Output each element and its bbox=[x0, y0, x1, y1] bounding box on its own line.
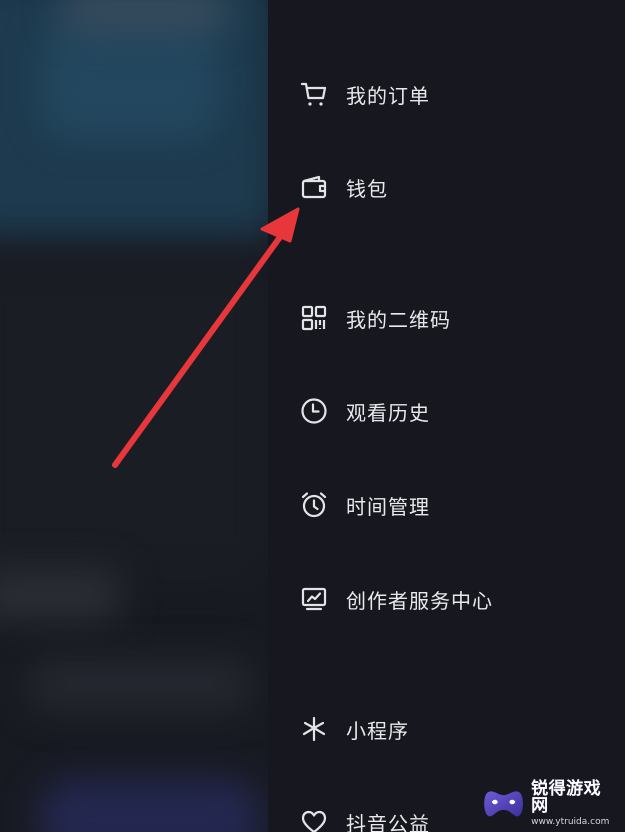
menu-item-wallet[interactable]: 钱包 bbox=[298, 167, 388, 207]
menu-item-label: 观看历史 bbox=[346, 400, 430, 425]
gamepad-logo-icon bbox=[484, 791, 523, 817]
side-menu-drawer: 我的订单 钱包 我的二维码 观看历史 时间管理 创作者服务中心 小程序 抖音公益 bbox=[268, 0, 625, 832]
wallet-icon bbox=[298, 171, 330, 203]
heart-icon bbox=[298, 806, 330, 832]
menu-item-qrcode[interactable]: 我的二维码 bbox=[298, 298, 451, 338]
menu-item-label: 钱包 bbox=[346, 176, 388, 201]
creator-chart-icon bbox=[298, 583, 330, 615]
menu-item-mini-program[interactable]: 小程序 bbox=[298, 709, 409, 749]
menu-item-label: 时间管理 bbox=[346, 494, 430, 519]
menu-item-label: 创作者服务中心 bbox=[346, 588, 493, 613]
clock-icon bbox=[298, 395, 330, 427]
menu-item-label: 小程序 bbox=[346, 718, 409, 743]
menu-item-history[interactable]: 观看历史 bbox=[298, 391, 430, 431]
menu-item-label: 我的二维码 bbox=[346, 307, 451, 332]
menu-item-label: 我的订单 bbox=[346, 83, 430, 108]
menu-item-creator-center[interactable]: 创作者服务中心 bbox=[298, 579, 493, 619]
cart-icon bbox=[298, 78, 330, 110]
qr-code-icon bbox=[298, 302, 330, 334]
menu-item-label: 抖音公益 bbox=[346, 811, 430, 832]
watermark-logo: 锐得游戏网 www.ytruida.com bbox=[482, 779, 617, 827]
menu-item-orders[interactable]: 我的订单 bbox=[298, 74, 430, 114]
menu-item-charity[interactable]: 抖音公益 bbox=[298, 802, 430, 832]
mini-program-icon bbox=[298, 713, 330, 745]
menu-item-time-management[interactable]: 时间管理 bbox=[298, 485, 430, 525]
watermark-url: www.ytruida.com bbox=[531, 817, 610, 827]
alarm-clock-icon bbox=[298, 489, 330, 521]
watermark-title: 锐得游戏网 bbox=[531, 779, 602, 816]
app-screen: 我的订单 钱包 我的二维码 观看历史 时间管理 创作者服务中心 小程序 抖音公益… bbox=[0, 0, 625, 832]
